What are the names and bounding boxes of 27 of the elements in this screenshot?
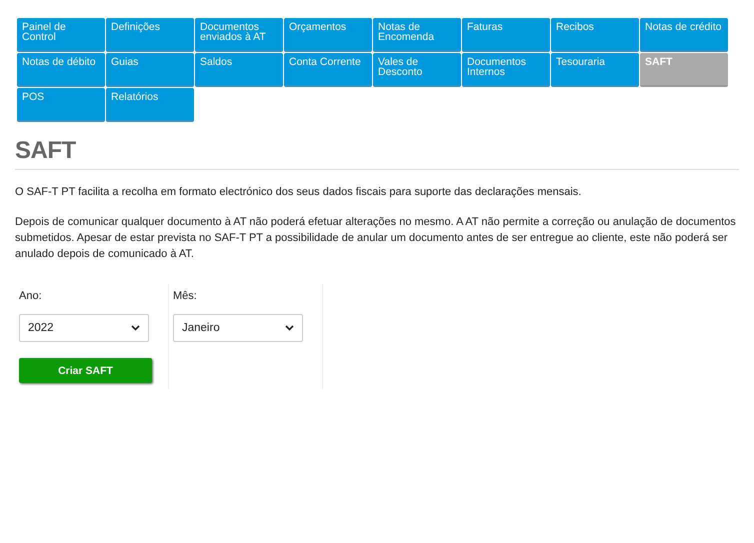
- year-label: Ano:: [19, 290, 42, 302]
- month-label: Mês:: [173, 290, 197, 302]
- menu-tile[interactable]: Notas de débito: [17, 53, 105, 87]
- year-select[interactable]: 2022: [19, 314, 149, 342]
- chevron-down-icon: [131, 325, 140, 331]
- page-title: SAFT: [15, 137, 739, 170]
- menu-tile[interactable]: Notas de Encomenda: [373, 18, 461, 52]
- menu-tile[interactable]: Conta Corrente: [284, 53, 372, 87]
- menu-tile[interactable]: Documentos Internos: [462, 53, 550, 87]
- menu-tile[interactable]: Orçamentos: [284, 18, 372, 52]
- menu-tile[interactable]: Vales de Desconto: [373, 53, 461, 87]
- description-text: Depois de comunicar qualquer documento à AT não poderá efetuar alterações no mesmo. A AT não permite a correção ou anulação de documentos submetidos. Apesar de estar prevista no SAF-T PT a possibilidade de anular um documento antes de ser entregue ao cliente, este não poderá ser anulado depois de comunicado à AT.: [15, 215, 737, 262]
- menu-tile[interactable]: Painel de Control: [17, 18, 105, 52]
- month-select[interactable]: Janeiro: [173, 314, 303, 342]
- menu-tile[interactable]: POS: [17, 88, 105, 122]
- menu-tile[interactable]: Guias: [106, 53, 194, 87]
- menu-tile[interactable]: Saldos: [195, 53, 283, 87]
- menu-tile[interactable]: Recibos: [551, 18, 639, 52]
- menu-tile[interactable]: Documentos enviados à AT: [195, 18, 283, 52]
- menu-tile[interactable]: Tesouraria: [551, 53, 639, 87]
- menu-tile[interactable]: Relatórios: [106, 88, 194, 122]
- menu-tile[interactable]: SAFT: [640, 53, 728, 87]
- chevron-down-icon: [285, 325, 294, 331]
- description-text: O SAF-T PT facilita a recolha em formato electrónico dos seus dados fiscais para suporte das declarações mensais.: [15, 185, 582, 200]
- menu-tile[interactable]: Faturas: [462, 18, 550, 52]
- create-saft-button[interactable]: Criar SAFT: [19, 358, 152, 383]
- menu-tile[interactable]: Definições: [106, 18, 194, 52]
